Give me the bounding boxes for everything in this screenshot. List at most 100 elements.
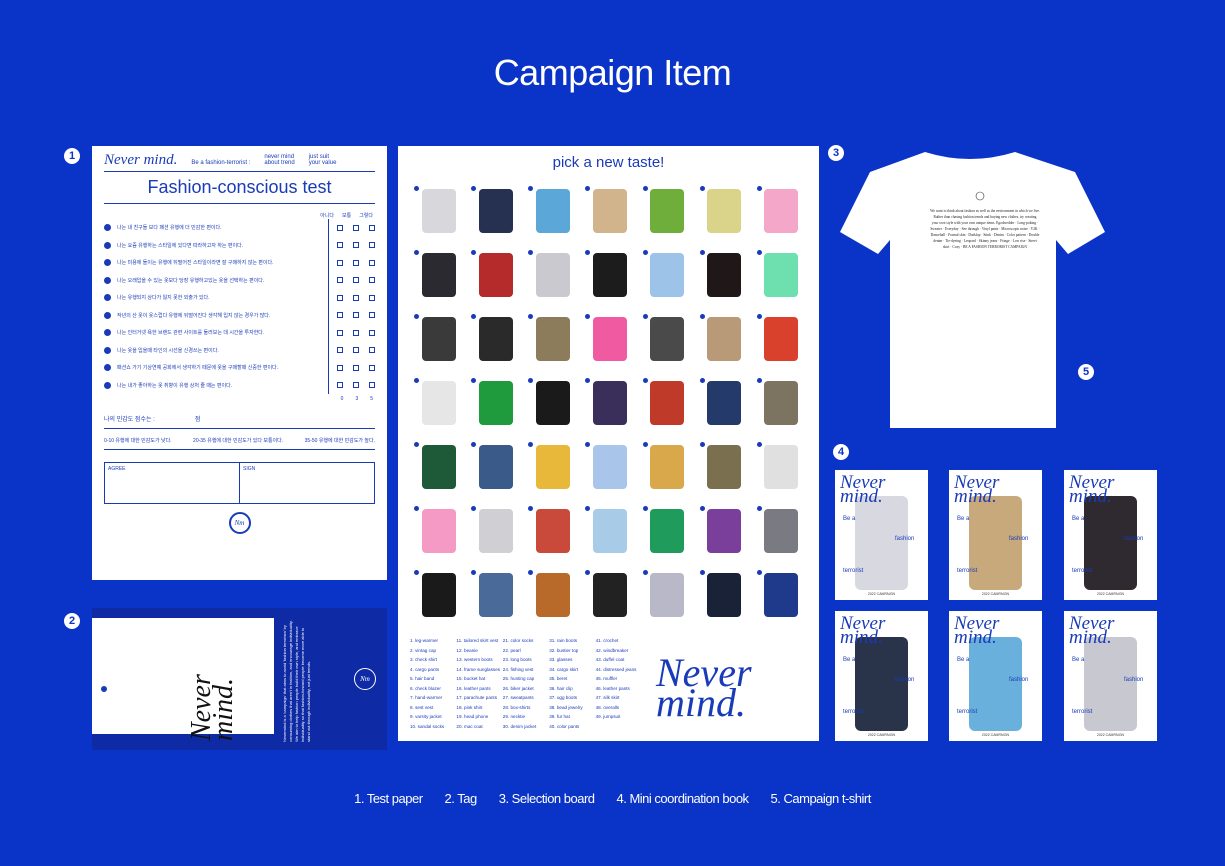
board-item[interactable] (410, 438, 467, 496)
checkbox[interactable] (337, 347, 343, 354)
board-item[interactable] (639, 182, 696, 240)
checkbox[interactable] (337, 312, 343, 319)
board-item[interactable] (639, 310, 696, 368)
checkbox[interactable] (337, 224, 343, 231)
board-item[interactable] (581, 502, 638, 560)
board-item[interactable] (639, 246, 696, 304)
board-item[interactable] (410, 502, 467, 560)
total: 0 (340, 396, 344, 402)
board-item[interactable] (524, 182, 581, 240)
checkbox[interactable] (353, 347, 359, 354)
item-dot-icon (414, 506, 419, 511)
board-item[interactable] (753, 246, 810, 304)
clothing-item-image (707, 189, 742, 233)
board-item[interactable] (467, 566, 524, 624)
legend-item: 16. leather pants (456, 685, 491, 691)
board-item[interactable] (696, 502, 753, 560)
checkbox[interactable] (337, 242, 343, 249)
checkbox[interactable] (369, 329, 375, 336)
board-item[interactable] (753, 182, 810, 240)
checkbox[interactable] (337, 277, 343, 284)
board-item[interactable] (639, 374, 696, 432)
checkbox[interactable] (337, 382, 343, 389)
board-item[interactable] (639, 502, 696, 560)
book-photo (855, 496, 908, 590)
board-item[interactable] (696, 566, 753, 624)
coordination-book[interactable]: Never mind. Be a fashion terrorist 2022 CAMP… (835, 470, 928, 600)
checkbox[interactable] (337, 329, 343, 336)
checkbox[interactable] (353, 242, 359, 249)
board-item[interactable] (696, 438, 753, 496)
board-item[interactable] (524, 246, 581, 304)
board-item[interactable] (696, 374, 753, 432)
checkbox[interactable] (369, 224, 375, 231)
item-dot-icon (414, 570, 419, 575)
board-item[interactable] (410, 310, 467, 368)
checkbox[interactable] (353, 312, 359, 319)
board-item[interactable] (753, 566, 810, 624)
board-item[interactable] (639, 438, 696, 496)
board-item[interactable] (524, 502, 581, 560)
board-item[interactable] (696, 246, 753, 304)
checkbox[interactable] (353, 364, 359, 371)
checkbox[interactable] (369, 347, 375, 354)
checkbox[interactable] (369, 277, 375, 284)
question-text: 패션쇼 가기 기상연예 공회에서 생각하기 때문에 옷을 구매할때 신중한 편이… (117, 365, 279, 372)
coordination-book[interactable]: Never mind. Be a fashion terrorist 2022 CAMP… (835, 611, 928, 741)
board-item[interactable] (410, 246, 467, 304)
board-item[interactable] (410, 182, 467, 240)
coordination-book[interactable]: Never mind. Be a fashion terrorist 2022 CAMP… (949, 470, 1042, 600)
board-item[interactable] (581, 566, 638, 624)
item-dot-icon (642, 314, 648, 319)
caption: 4. Mini coordination book (616, 791, 750, 806)
coordination-book[interactable]: Never mind. Be a fashion terrorist 2022 CAMP… (1064, 470, 1157, 600)
checkbox[interactable] (369, 259, 375, 266)
board-item[interactable] (524, 310, 581, 368)
checkbox[interactable] (369, 242, 375, 249)
book-terrorist: terrorist (1072, 568, 1093, 574)
checkbox[interactable] (353, 259, 359, 266)
board-item[interactable] (467, 438, 524, 496)
board-item[interactable] (524, 566, 581, 624)
board-item[interactable] (410, 566, 467, 624)
board-item[interactable] (524, 374, 581, 432)
board-item[interactable] (753, 374, 810, 432)
board-item[interactable] (696, 182, 753, 240)
checkbox[interactable] (337, 364, 343, 371)
checkbox[interactable] (353, 329, 359, 336)
sign-field[interactable]: SIGN (240, 463, 374, 503)
book-brand: Never mind. (840, 472, 886, 507)
board-item[interactable] (753, 310, 810, 368)
checkbox[interactable] (353, 224, 359, 231)
clothing-item-image (421, 253, 456, 297)
board-item[interactable] (467, 246, 524, 304)
board-item[interactable] (696, 310, 753, 368)
coordination-book[interactable]: Never mind. Be a fashion terrorist 2022 CAMP… (1064, 611, 1157, 741)
checkbox[interactable] (353, 382, 359, 389)
board-item[interactable] (467, 310, 524, 368)
checkbox[interactable] (353, 294, 359, 301)
checkbox[interactable] (337, 294, 343, 301)
board-item[interactable] (581, 374, 638, 432)
board-item[interactable] (467, 182, 524, 240)
board-item[interactable] (753, 438, 810, 496)
checkbox[interactable] (369, 294, 375, 301)
clothing-item-image (707, 445, 742, 489)
board-item[interactable] (467, 374, 524, 432)
board-item[interactable] (410, 374, 467, 432)
board-item[interactable] (581, 246, 638, 304)
board-item[interactable] (467, 502, 524, 560)
board-item[interactable] (639, 566, 696, 624)
checkbox[interactable] (369, 382, 375, 389)
board-item[interactable] (524, 438, 581, 496)
board-item[interactable] (581, 438, 638, 496)
checkbox[interactable] (337, 259, 343, 266)
coordination-book[interactable]: Never mind. Be a fashion terrorist 2022 CAMP… (949, 611, 1042, 741)
checkbox[interactable] (369, 312, 375, 319)
checkbox[interactable] (353, 277, 359, 284)
board-item[interactable] (581, 182, 638, 240)
board-item[interactable] (581, 310, 638, 368)
agree-field[interactable]: AGREE (105, 463, 240, 503)
checkbox[interactable] (369, 364, 375, 371)
board-item[interactable] (753, 502, 810, 560)
